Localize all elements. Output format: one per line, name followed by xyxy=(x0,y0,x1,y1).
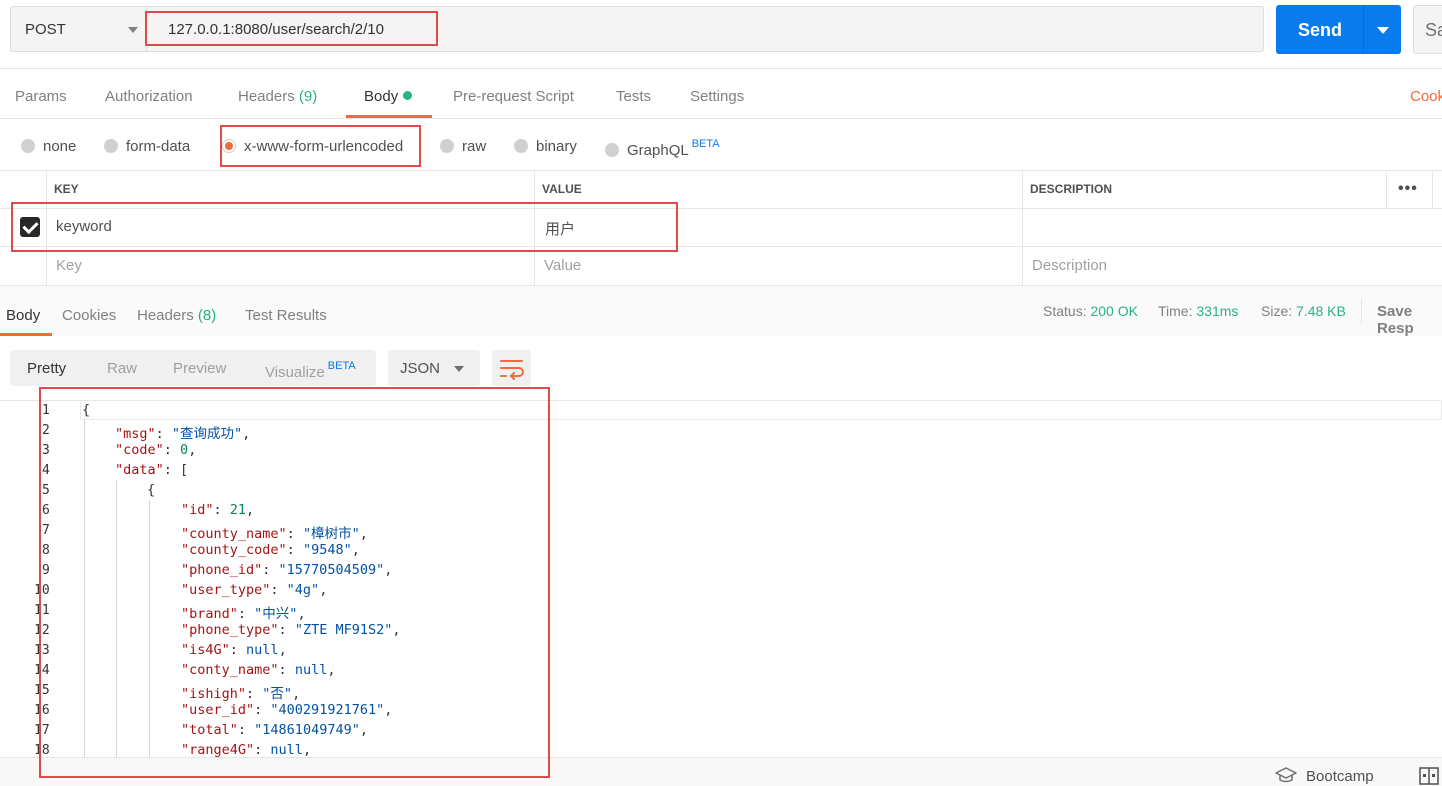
graduation-cap-icon xyxy=(1275,767,1297,783)
beta-badge: BETA xyxy=(691,138,720,150)
send-button[interactable]: Send xyxy=(1276,5,1363,54)
response-tab-headers[interactable]: Headers (8) xyxy=(137,307,216,324)
beta-badge: BETA xyxy=(327,360,356,372)
wrap-lines-button[interactable] xyxy=(492,350,531,386)
urlencoded-highlight-box xyxy=(220,125,421,167)
response-tab-body[interactable]: Body xyxy=(6,307,40,324)
column-divider xyxy=(1386,170,1387,208)
tab-body[interactable]: Body xyxy=(364,88,413,105)
radio-binary[interactable]: binary xyxy=(514,138,577,155)
radio-icon xyxy=(605,143,619,157)
radio-form-data[interactable]: form-data xyxy=(104,138,190,155)
view-preview-button[interactable]: Preview xyxy=(173,360,226,377)
method-label: POST xyxy=(25,21,66,38)
column-header-key: KEY xyxy=(54,182,79,196)
status-value: 200 OK xyxy=(1090,303,1138,319)
radio-icon xyxy=(514,139,528,153)
tab-params[interactable]: Params xyxy=(15,88,67,105)
time-readout: Time: 331ms xyxy=(1158,303,1238,319)
tab-prerequest-script[interactable]: Pre-request Script xyxy=(453,88,574,105)
view-visualize-button[interactable]: Visualize BETA xyxy=(265,360,356,381)
status-readout: Status: 200 OK xyxy=(1043,303,1138,319)
response-tab-headers-label: Headers xyxy=(137,307,194,324)
chevron-down-icon xyxy=(454,366,464,372)
new-key-input[interactable]: Key xyxy=(56,257,82,274)
url-highlight-box xyxy=(145,11,438,46)
bootcamp-icon[interactable] xyxy=(1275,766,1297,786)
format-select[interactable]: JSON xyxy=(388,350,480,386)
radio-binary-label: binary xyxy=(536,138,577,155)
table-top-border xyxy=(0,170,1442,171)
param-row-highlight-box xyxy=(11,202,678,252)
tab-settings[interactable]: Settings xyxy=(690,88,744,105)
radio-form-data-label: form-data xyxy=(126,138,191,155)
time-label: Time: xyxy=(1158,303,1193,319)
new-description-input[interactable]: Description xyxy=(1032,257,1107,274)
two-pane-icon xyxy=(1419,767,1439,785)
column-header-description: DESCRIPTION xyxy=(1030,182,1113,196)
status-divider xyxy=(1361,298,1362,324)
size-label: Size: xyxy=(1261,303,1293,319)
radio-raw-label: raw xyxy=(462,138,487,155)
active-dot-icon xyxy=(403,91,413,100)
response-headers-count: (8) xyxy=(197,307,217,324)
chevron-down-icon xyxy=(1377,27,1389,34)
save-response-button[interactable]: Save Resp xyxy=(1377,303,1442,337)
save-button[interactable]: Sa xyxy=(1413,5,1442,54)
column-divider xyxy=(1432,170,1433,208)
radio-graphql-label: GraphQL xyxy=(627,142,689,159)
radio-icon xyxy=(21,139,35,153)
method-select[interactable]: POST xyxy=(10,6,146,52)
bootcamp-link[interactable]: Bootcamp xyxy=(1306,768,1374,785)
view-raw-button[interactable]: Raw xyxy=(107,360,137,377)
size-value: 7.48 KB xyxy=(1296,303,1346,319)
divider xyxy=(0,118,1442,119)
cookies-link[interactable]: Cook xyxy=(1410,88,1442,105)
layout-toggle-button[interactable] xyxy=(1419,767,1439,786)
response-active-tab-indicator xyxy=(0,333,52,336)
divider xyxy=(0,68,1442,69)
column-divider xyxy=(1022,170,1023,285)
chevron-down-icon xyxy=(128,27,138,33)
view-visualize-label: Visualize xyxy=(265,364,325,381)
radio-none[interactable]: none xyxy=(21,138,76,155)
response-tab-cookies[interactable]: Cookies xyxy=(62,307,116,324)
response-highlight-box xyxy=(39,387,550,778)
tab-authorization[interactable]: Authorization xyxy=(105,88,193,105)
headers-count: (9) xyxy=(298,88,318,105)
more-options-icon[interactable]: ••• xyxy=(1398,180,1418,198)
view-pretty-button[interactable]: Pretty xyxy=(27,360,66,377)
radio-icon xyxy=(440,139,454,153)
column-header-value: VALUE xyxy=(542,182,582,196)
radio-raw[interactable]: raw xyxy=(440,138,486,155)
size-readout: Size: 7.48 KB xyxy=(1261,303,1346,319)
tab-body-label: Body xyxy=(364,88,399,105)
response-tab-test-results[interactable]: Test Results xyxy=(245,307,327,324)
radio-none-label: none xyxy=(43,138,77,155)
tab-tests[interactable]: Tests xyxy=(616,88,651,105)
send-options-button[interactable] xyxy=(1363,5,1401,54)
status-label: Status: xyxy=(1043,303,1087,319)
radio-icon xyxy=(104,139,118,153)
radio-graphql[interactable]: GraphQL BETA xyxy=(605,138,720,159)
time-value: 331ms xyxy=(1196,303,1239,319)
format-value: JSON xyxy=(400,360,441,377)
wrap-lines-icon xyxy=(500,360,524,380)
tab-headers-label: Headers xyxy=(238,88,295,105)
tab-headers[interactable]: Headers (9) xyxy=(238,88,317,105)
new-value-input[interactable]: Value xyxy=(544,257,581,274)
